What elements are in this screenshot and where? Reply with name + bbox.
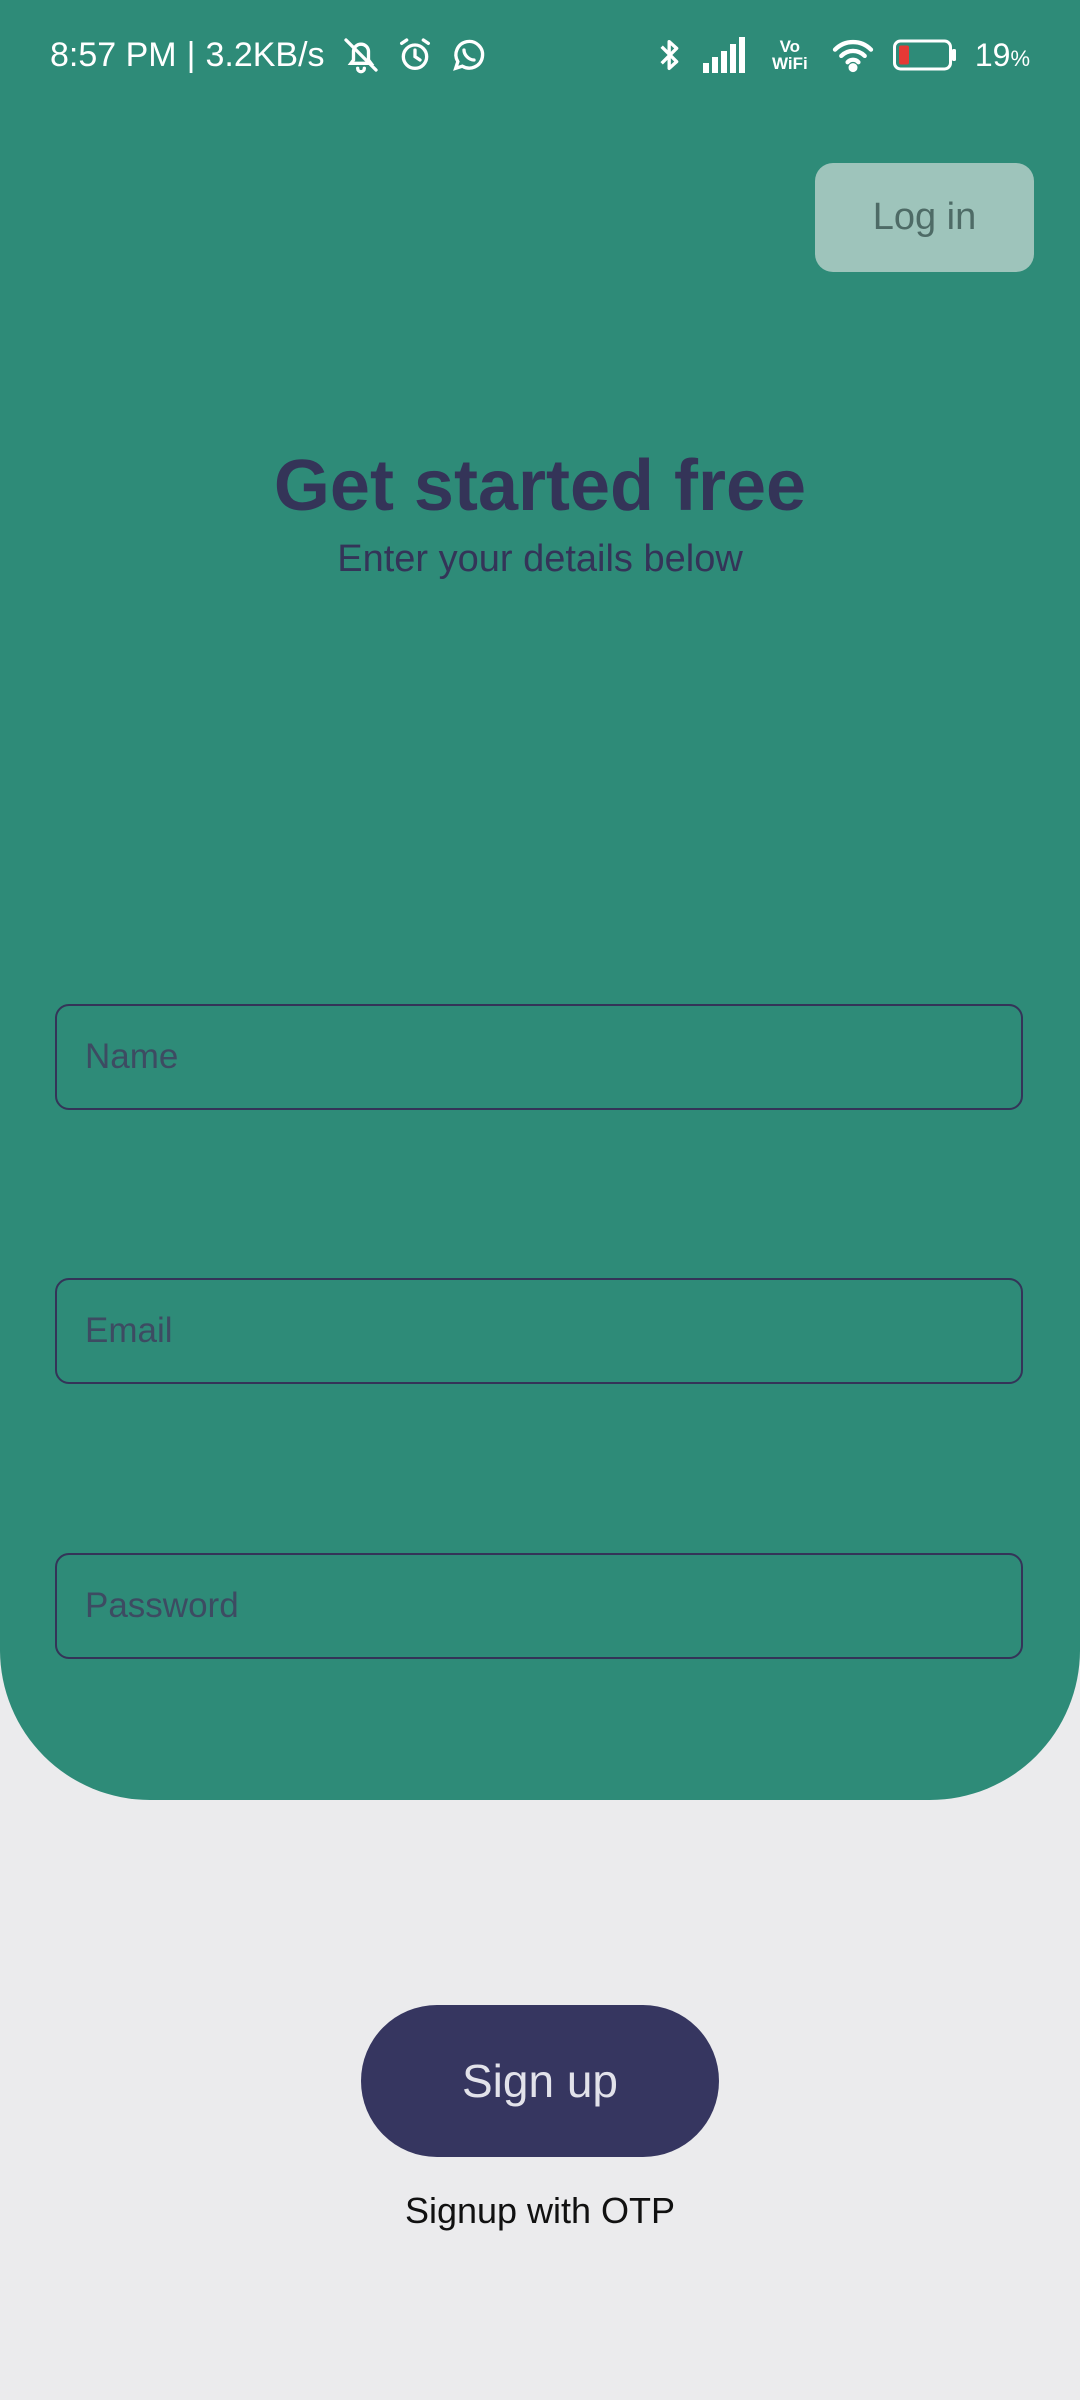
password-field[interactable] — [55, 1553, 1023, 1659]
vowifi-icon: Vo WiFi — [767, 38, 813, 72]
whatsapp-icon — [449, 35, 489, 75]
page-title: Get started free — [273, 446, 807, 526]
signal-icon — [702, 37, 749, 73]
name-input[interactable] — [83, 1036, 1021, 1078]
status-right: Vo WiFi 19% — [655, 32, 1030, 78]
muted-bell-icon — [341, 35, 381, 75]
signup-button[interactable]: Sign up — [361, 2005, 719, 2157]
email-field[interactable] — [55, 1278, 1023, 1384]
alarm-icon — [395, 35, 435, 75]
signup-otp-link[interactable]: Signup with OTP — [0, 2190, 1080, 2232]
status-left: 8:57 PM | 3.2KB/s — [50, 32, 489, 78]
status-separator: | — [186, 35, 196, 74]
email-input[interactable] — [83, 1310, 1021, 1352]
battery-percent: 19% — [975, 37, 1030, 74]
name-field[interactable] — [55, 1004, 1023, 1110]
login-button[interactable]: Log in — [815, 163, 1034, 272]
battery-percent-value: 19 — [974, 36, 1011, 73]
vowifi-top-label: Vo — [779, 37, 801, 56]
bluetooth-icon — [655, 35, 685, 75]
status-time: 8:57 PM — [50, 35, 177, 74]
status-bar: 8:57 PM | 3.2KB/s Vo WiFi 19% — [0, 0, 1080, 110]
battery-icon — [892, 38, 957, 72]
page-subtitle: Enter your details below — [337, 538, 743, 580]
password-input[interactable] — [83, 1585, 1021, 1627]
wifi-icon — [831, 37, 875, 73]
status-net-speed: 3.2KB/s — [205, 35, 325, 74]
battery-percent-unit: % — [1010, 45, 1030, 71]
vowifi-bottom-label: WiFi — [771, 54, 808, 73]
